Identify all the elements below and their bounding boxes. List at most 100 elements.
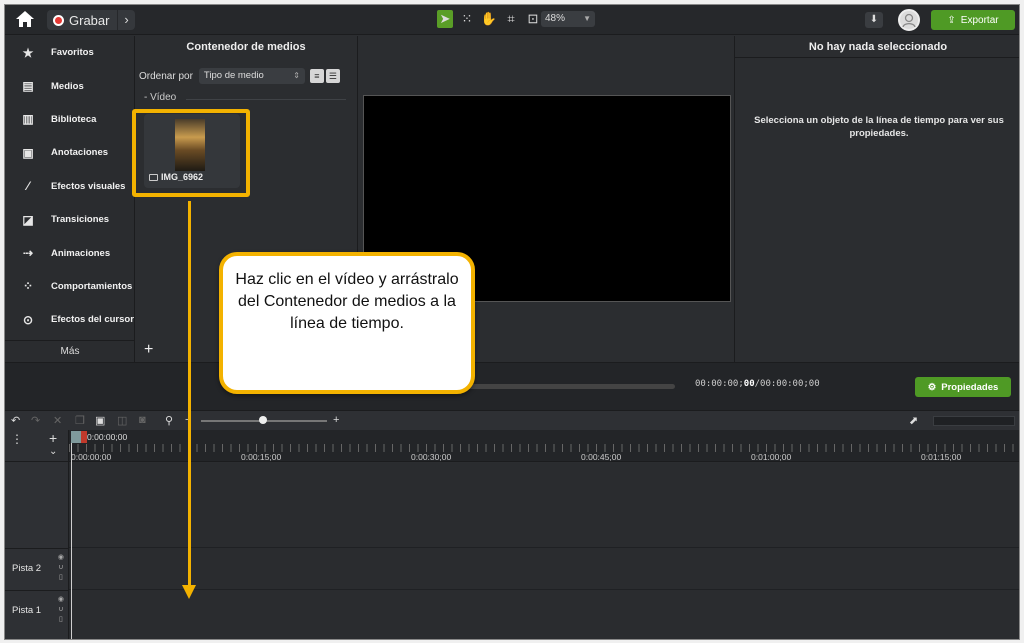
sidebar: ★ Favoritos ▤ Medios ▥ Biblioteca ▣ Anot… [5,36,135,362]
home-icon[interactable] [15,10,35,28]
sort-select[interactable]: Tipo de medio ⇕ [198,68,305,84]
undo-icon[interactable]: ↶ [11,414,20,427]
zoom-select[interactable]: 48% ▼ [541,11,595,27]
properties-title: No hay nada seleccionado [735,36,1019,58]
track-header-1[interactable]: Pista 1 ◉ ∪ ▯ [5,590,69,630]
library-icon: ▥ [22,112,34,127]
annotation-icon: ▣ [22,145,34,160]
frame-tool-icon[interactable]: ⊡ [525,10,541,28]
sidebar-item-label: Biblioteca [51,113,97,125]
chevron-down-icon[interactable]: ⌄ [49,446,57,457]
sidebar-item-label: Comportamientos [51,280,133,292]
tutorial-callout: Haz clic en el vídeo y arrástralo del Co… [219,252,475,394]
sidebar-item-efectos-cursor[interactable]: ⊙ Efectos del cursor [5,303,134,336]
user-icon [902,13,916,28]
group-label[interactable]: - Vídeo [144,92,176,103]
playback-scrubber[interactable] [463,384,675,389]
export-button[interactable]: ⇪ Exportar [931,10,1015,30]
list-view-icon[interactable]: ≡ [309,69,324,83]
cut-icon[interactable]: ✕ [53,414,62,427]
select-tool-icon[interactable]: ➤ [437,10,453,28]
sidebar-item-animaciones[interactable]: ⇢ Animaciones [5,236,134,269]
ruler-label: 0:00:00;00 [71,452,112,462]
cursor-effect-icon: ⊙ [22,312,34,327]
playhead-line [71,443,72,639]
ruler-label: 0:00:30;00 [411,452,452,462]
timeline-tracks[interactable] [69,463,1019,639]
zoom-icon[interactable]: ⚲ [165,414,173,427]
sidebar-item-label: Medios [51,80,84,92]
ruler-label: 0:00:15;00 [241,452,282,462]
timeline-toolbar: ↶ ↷ ✕ ❐ ▣ ◫ ◙ ⚲ − + ⬈ [5,410,1019,430]
playhead-time: 0:00:00;00 [87,432,128,442]
properties-button[interactable]: ⚙ Propiedades [915,377,1011,397]
sidebar-item-label: Efectos visuales [51,180,126,192]
sidebar-item-label: Transiciones [51,214,110,226]
ruler-label: 0:00:45;00 [581,452,622,462]
timeline-ruler[interactable]: 0:00:00;00 0:00:00;00 0:00:15;00 0:00:30… [69,430,1019,462]
track-name: Pista 1 [12,605,42,616]
sort-row: Ordenar por Tipo de medio ⇕ ≡ ☰ [139,68,342,84]
time-frames: 00 [743,379,755,389]
redo-icon[interactable]: ↷ [31,414,40,427]
export-label: Exportar [960,14,999,26]
record-label: Grabar [69,12,110,28]
properties-message: Selecciona un objeto de la línea de tiem… [754,115,1004,139]
track-name: Pista 2 [12,563,42,574]
sidebar-item-label: Anotaciones [51,147,109,159]
tutorial-arrow [188,201,191,587]
snapshot-icon[interactable]: ◙ [139,414,146,426]
behavior-icon: ⁘ [22,279,34,294]
timeline-zoom-handle[interactable] [259,416,267,424]
media-bin-title: Contenedor de medios [186,41,306,53]
media-highlight-box [132,109,250,197]
app-window: Grabar › ➤ ⁙ ✋ ⌗ ⊡ 48% ▼ ⬇ ⇪ Exportar ★ … [4,4,1020,640]
more-button[interactable]: Más [5,340,135,362]
sidebar-item-biblioteca[interactable]: ▥ Biblioteca [5,103,134,136]
multi-select-icon[interactable]: ⁙ [459,10,475,28]
view-toggle: ≡ ☰ [309,69,342,83]
zoom-in-icon[interactable]: + [333,414,339,426]
track-visibility-lock-icons[interactable]: ◉ ∪ ▯ [58,595,64,625]
chevron-right-icon[interactable]: › [117,10,135,30]
share-icon: ⇪ [947,14,956,26]
paste-icon[interactable]: ▣ [95,414,105,427]
zoom-value: 48% [545,13,566,24]
edit-tools: ➤ ⁙ ✋ ⌗ ⊡ [437,10,541,28]
avatar[interactable] [898,9,920,31]
sidebar-item-transiciones[interactable]: ◪ Transiciones [5,203,134,236]
film-icon: ▤ [22,79,34,94]
crop-icon[interactable]: ⌗ [503,10,519,28]
sidebar-item-medios[interactable]: ▤ Medios [5,69,134,102]
transition-icon: ◪ [22,212,34,227]
timeline-scroll-bar[interactable] [933,416,1015,426]
pan-hand-icon[interactable]: ✋ [481,10,497,28]
chevron-down-icon: ▼ [583,14,591,23]
sidebar-item-anotaciones[interactable]: ▣ Anotaciones [5,136,134,169]
track-headers: ⋮ + ⌄ Pista 2 ◉ ∪ ▯ Pista 1 ◉ ∪ ▯ [5,430,69,639]
sidebar-item-label: Animaciones [51,247,111,259]
sidebar-item-efectos-visuales[interactable]: ⁄ Efectos visuales [5,170,134,203]
playhead-handle[interactable] [71,431,81,443]
record-button[interactable]: Grabar › [47,10,135,30]
track-row-1[interactable] [69,589,1019,629]
track-header-2[interactable]: Pista 2 ◉ ∪ ▯ [5,548,69,588]
track-row-2[interactable] [69,547,1019,587]
animation-icon: ⇢ [22,246,34,261]
timecode: 00:00:00;00/00:00:00;00 [695,379,820,389]
add-media-button[interactable]: + [144,341,153,359]
download-button[interactable]: ⬇ [865,12,883,28]
top-toolbar: Grabar › ➤ ⁙ ✋ ⌗ ⊡ 48% ▼ ⬇ ⇪ Exportar [5,5,1019,35]
sidebar-item-favoritos[interactable]: ★ Favoritos [5,36,134,69]
detach-timeline-icon[interactable]: ⬈ [909,414,918,427]
add-track-icon[interactable]: + [49,430,57,446]
detail-view-icon[interactable]: ☰ [325,69,340,83]
track-visibility-lock-icons[interactable]: ◉ ∪ ▯ [58,553,64,583]
copy-icon[interactable]: ❐ [75,414,85,427]
wand-icon: ⁄ [26,179,29,194]
playhead-marker[interactable] [81,431,87,443]
track-height-icon[interactable]: ⋮ [11,432,23,446]
ruler-ticks [69,444,1019,452]
split-icon[interactable]: ◫ [117,414,127,427]
sidebar-item-comportamientos[interactable]: ⁘ Comportamientos [5,270,134,303]
